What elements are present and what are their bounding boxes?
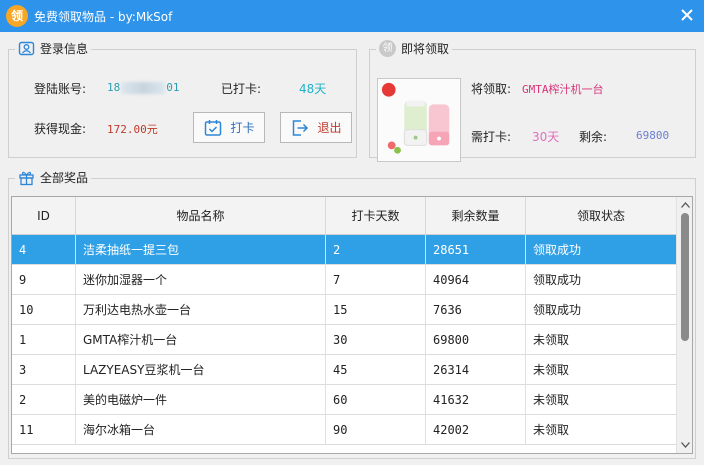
upcoming-claim-title-text: 即将领取 [401, 42, 450, 56]
table-row[interactable]: 1 GMTA榨汁机一台 30 69800 未领取 [12, 325, 677, 355]
cell-id: 3 [12, 355, 76, 384]
exit-icon [293, 119, 309, 136]
cell-remain: 41632 [426, 385, 526, 414]
checked-days-label: 已打卡: [221, 82, 262, 96]
col-header-status[interactable]: 领取状态 [526, 197, 677, 234]
cell-id: 11 [12, 415, 76, 444]
cell-days: 90 [326, 415, 426, 444]
cell-name: 洁柔抽纸一提三包 [76, 235, 326, 264]
login-info-title-text: 登录信息 [40, 42, 89, 56]
cell-status: 领取成功 [526, 235, 677, 264]
upcoming-claim-panel: 领 即将领取 将领取: GMTA榨汁机一台 需打卡: 30天 剩余: 69800 [369, 40, 696, 162]
login-info-title: 登录信息 [15, 40, 92, 57]
checkin-button[interactable]: 打卡 [193, 112, 265, 143]
cell-name: 美的电磁炉一件 [76, 385, 326, 414]
remain-value: 69800 [636, 129, 670, 142]
product-image [377, 78, 461, 162]
title-bar: 领 免费领取物品 - by:MkSof [0, 0, 704, 32]
all-prizes-title: 全部奖品 [15, 169, 92, 186]
scroll-down-button[interactable] [677, 437, 692, 453]
close-button[interactable] [678, 6, 696, 24]
cell-remain: 7636 [426, 295, 526, 324]
user-card-icon [18, 41, 35, 56]
calendar-check-icon [205, 119, 222, 136]
close-icon [681, 9, 693, 21]
cell-remain: 42002 [426, 415, 526, 444]
col-header-remain[interactable]: 剩余数量 [426, 197, 526, 234]
cell-name: 迷你加湿器一个 [76, 265, 326, 294]
cell-days: 60 [326, 385, 426, 414]
cell-remain: 40964 [426, 265, 526, 294]
logout-label: 退出 [317, 121, 342, 135]
table-row[interactable]: 11 海尔冰箱一台 90 42002 未领取 [12, 415, 677, 445]
prizes-table: ID 物品名称 打卡天数 剩余数量 领取状态 4 洁柔抽纸一提三包 2 2865… [11, 196, 693, 454]
cash-value: 172.00元 [107, 123, 158, 136]
checkin-label: 打卡 [230, 121, 255, 135]
cell-name: 海尔冰箱一台 [76, 415, 326, 444]
claim-value: GMTA榨汁机一台 [522, 83, 604, 96]
table-row[interactable]: 3 LAZYEASY豆浆机一台 45 26314 未领取 [12, 355, 677, 385]
cell-days: 7 [326, 265, 426, 294]
login-info-panel: 登录信息 登陆账号: 18 01 已打卡: 48天 获得现金: 172.00元 打… [8, 40, 357, 158]
claim-label: 将领取: [471, 82, 512, 96]
cash-label: 获得现金: [34, 122, 87, 136]
table-row[interactable]: 4 洁柔抽纸一提三包 2 28651 领取成功 [12, 235, 677, 265]
cell-status: 未领取 [526, 385, 677, 414]
col-header-id[interactable]: ID [12, 197, 76, 234]
col-header-name[interactable]: 物品名称 [76, 197, 326, 234]
checked-days-value: 48天 [299, 82, 327, 96]
claim-badge-icon: 领 [379, 40, 396, 57]
cell-remain: 26314 [426, 355, 526, 384]
chevron-up-icon [680, 202, 690, 208]
cell-id: 4 [12, 235, 76, 264]
cell-id: 2 [12, 385, 76, 414]
scroll-thumb[interactable] [681, 213, 689, 341]
upcoming-claim-title: 领 即将领取 [376, 40, 453, 57]
cell-id: 1 [12, 325, 76, 354]
table-header: ID 物品名称 打卡天数 剩余数量 领取状态 [12, 197, 677, 235]
cell-status: 领取成功 [526, 295, 677, 324]
cell-days: 30 [326, 325, 426, 354]
app-icon: 领 [6, 5, 28, 27]
chevron-down-icon [680, 442, 690, 448]
cell-remain: 28651 [426, 235, 526, 264]
cell-name: GMTA榨汁机一台 [76, 325, 326, 354]
cell-status: 未领取 [526, 355, 677, 384]
cell-name: LAZYEASY豆浆机一台 [76, 355, 326, 384]
cell-days: 2 [326, 235, 426, 264]
cell-days: 45 [326, 355, 426, 384]
cell-days: 15 [326, 295, 426, 324]
scroll-up-button[interactable] [677, 197, 692, 213]
account-suffix: 01 [166, 81, 180, 94]
gift-icon [19, 171, 34, 186]
need-days-value: 30天 [532, 130, 560, 144]
table-row[interactable]: 10 万利达电热水壶一台 15 7636 领取成功 [12, 295, 677, 325]
cell-status: 未领取 [526, 415, 677, 444]
all-prizes-title-text: 全部奖品 [40, 171, 89, 185]
window-title: 免费领取物品 - by:MkSof [34, 10, 173, 24]
table-row[interactable]: 2 美的电磁炉一件 60 41632 未领取 [12, 385, 677, 415]
account-value: 18 01 [107, 81, 180, 94]
table-scrollbar[interactable] [676, 197, 692, 453]
cell-status: 未领取 [526, 325, 677, 354]
cell-remain: 69800 [426, 325, 526, 354]
cell-id: 9 [12, 265, 76, 294]
logout-button[interactable]: 退出 [280, 112, 352, 143]
cell-status: 领取成功 [526, 265, 677, 294]
account-prefix: 18 [107, 81, 121, 94]
remain-label: 剩余: [579, 130, 608, 144]
table-row[interactable]: 9 迷你加湿器一个 7 40964 领取成功 [12, 265, 677, 295]
cell-id: 10 [12, 295, 76, 324]
account-label: 登陆账号: [34, 82, 87, 96]
cell-name: 万利达电热水壶一台 [76, 295, 326, 324]
col-header-days[interactable]: 打卡天数 [326, 197, 426, 234]
account-redacted [121, 82, 166, 94]
need-days-label: 需打卡: [471, 130, 512, 144]
